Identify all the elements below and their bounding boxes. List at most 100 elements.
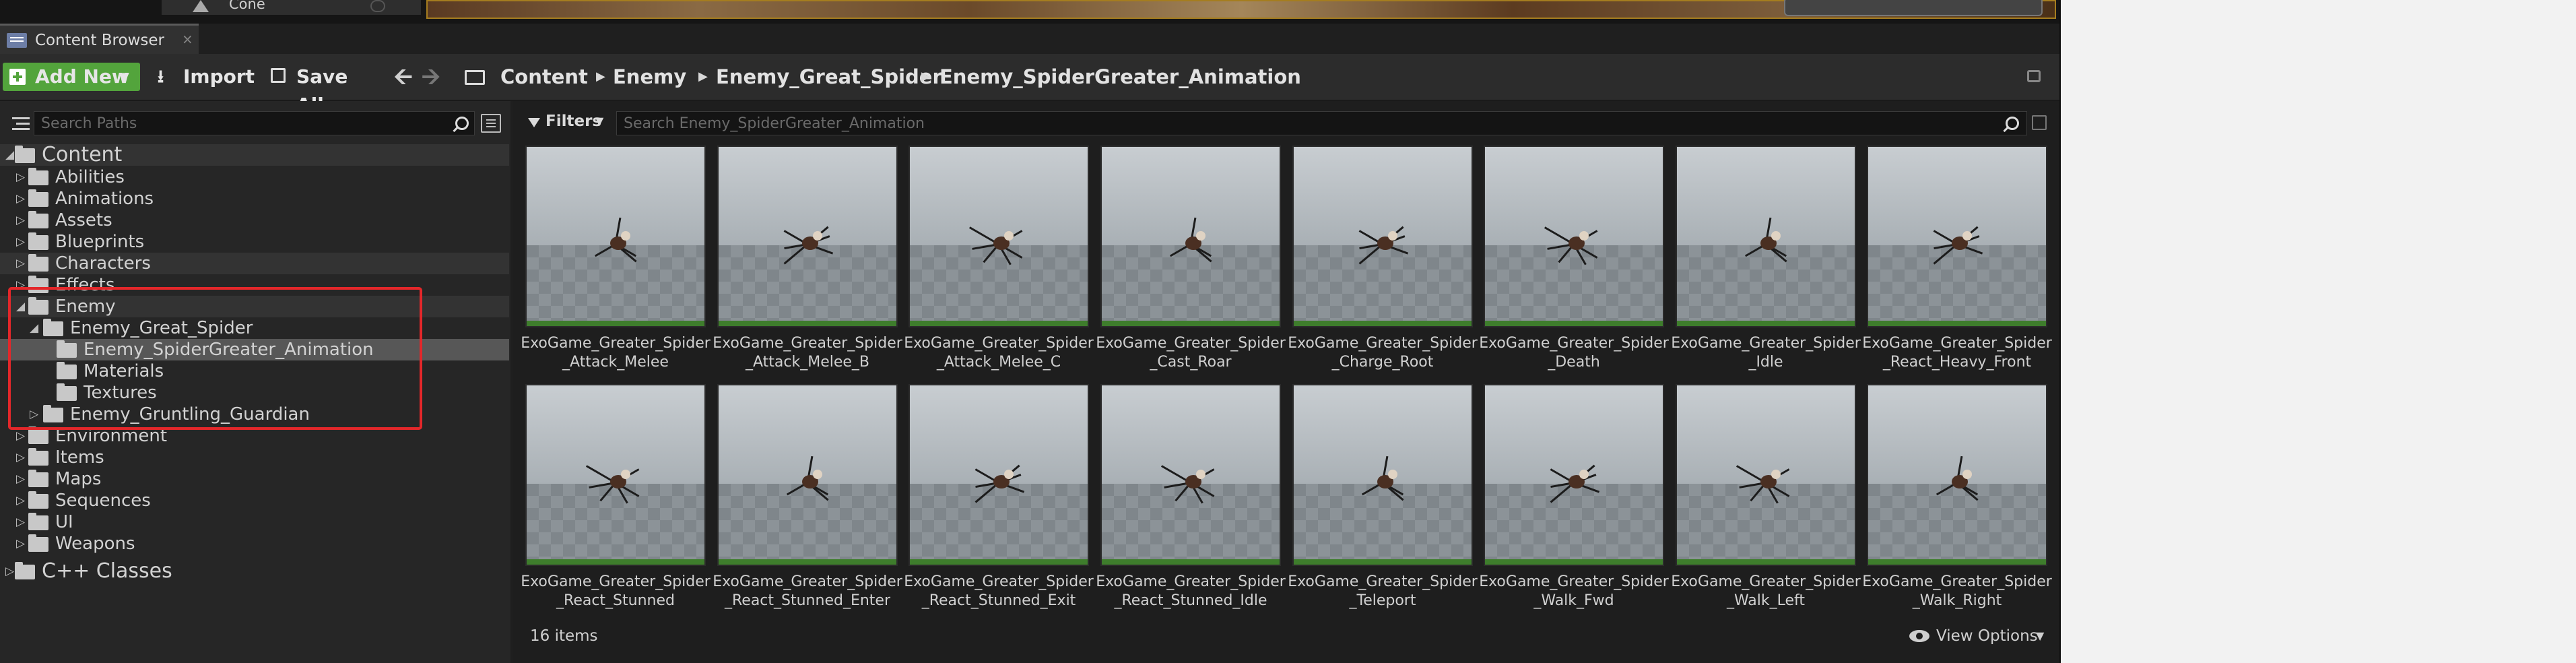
expand-arrow-icon[interactable]: ▷ — [5, 565, 14, 578]
save-all-button[interactable]: Save All — [271, 63, 378, 116]
tree-item[interactable]: ▷ Blueprints — [0, 231, 509, 253]
paths-options-icon[interactable] — [481, 114, 501, 133]
asset-label[interactable]: ExoGame_Greater_Spider _React_Stunned — [518, 573, 713, 610]
viewport-strip[interactable] — [426, 0, 2056, 19]
asset-label[interactable]: ExoGame_Greater_Spider _Attack_Melee — [518, 334, 713, 372]
expand-arrow-icon[interactable]: ▷ — [16, 429, 25, 443]
spider-thumbnail-icon — [1160, 465, 1215, 504]
breadcrumb-separator-icon[interactable]: ▶ — [921, 63, 931, 91]
expand-arrow-icon[interactable]: ▷ — [16, 214, 25, 227]
asset-thumbnail[interactable] — [1484, 146, 1664, 327]
close-icon[interactable]: × — [182, 31, 193, 47]
asset-label[interactable]: ExoGame_Greater_Spider _Attack_Melee_C — [901, 334, 1096, 372]
tree-item[interactable]: ▷ C++ Classes — [0, 559, 509, 583]
tree-item[interactable]: ▷ Sequences — [0, 490, 509, 511]
spider-thumbnail-icon — [1744, 217, 1787, 263]
tab-content-browser[interactable]: Content Browser × — [0, 24, 199, 54]
asset-label[interactable]: ExoGame_Greater_Spider _Cast_Roar — [1093, 334, 1288, 372]
asset-thumbnail[interactable] — [909, 146, 1089, 327]
asset-thumbnail[interactable] — [1292, 146, 1473, 327]
asset-thumbnail[interactable] — [1292, 384, 1473, 566]
asset-thumbnail[interactable] — [525, 146, 706, 327]
add-new-button[interactable]: Add New ▼ — [3, 63, 140, 91]
asset-thumbnail[interactable] — [1100, 146, 1281, 327]
expand-arrow-icon[interactable]: ▷ — [16, 494, 25, 507]
asset-label[interactable]: ExoGame_Greater_Spider _Walk_Left — [1668, 573, 1863, 610]
expand-arrow-icon[interactable]: ▷ — [16, 235, 25, 249]
asset-thumbnail[interactable] — [1100, 384, 1281, 566]
tree-item[interactable]: ▷ Characters — [0, 253, 509, 274]
asset-thumbnail[interactable] — [717, 146, 898, 327]
back-arrow-icon[interactable]: 🡨 — [394, 63, 414, 91]
asset-label[interactable]: ExoGame_Greater_Spider _React_Stunned_Ent… — [710, 573, 905, 610]
breadcrumb-item[interactable]: Enemy_SpiderGreater_Animation — [939, 63, 1301, 91]
breadcrumb-item[interactable]: Enemy — [613, 63, 686, 91]
asset-label[interactable]: ExoGame_Greater_Spider _Death — [1476, 334, 1672, 372]
add-new-label: Add New — [35, 65, 129, 88]
asset-label[interactable]: ExoGame_Greater_Spider _Walk_Right — [1859, 573, 2055, 610]
asset-thumbnail[interactable] — [1676, 384, 1856, 566]
asset-label-line: ExoGame_Greater_Spider — [713, 573, 902, 590]
tree-item[interactable]: ▷ Weapons — [0, 533, 509, 555]
expand-arrow-icon[interactable]: ▷ — [16, 170, 25, 184]
expand-arrow-icon[interactable]: ▷ — [16, 537, 25, 550]
view-options-label: View Options — [1936, 627, 2038, 645]
expand-arrow-icon[interactable]: ▷ — [16, 472, 25, 486]
asset-thumbnail[interactable] — [1676, 146, 1856, 327]
asset-label[interactable]: ExoGame_Greater_Spider _Idle — [1668, 334, 1863, 372]
asset-label[interactable]: ExoGame_Greater_Spider _React_Stunned_Idl… — [1093, 573, 1288, 610]
chevron-down-icon: ▼ — [2036, 629, 2045, 642]
expand-arrow-icon[interactable]: ▷ — [16, 192, 25, 206]
asset-label-line: _Walk_Fwd — [1533, 592, 1614, 609]
asset-label[interactable]: ExoGame_Greater_Spider _React_Stunned_Exi… — [901, 573, 1096, 610]
breadcrumb-separator-icon[interactable]: ▶ — [698, 63, 708, 91]
visibility-icon[interactable] — [370, 0, 385, 12]
asset-thumbnail[interactable] — [525, 384, 706, 566]
asset-label-line: _Attack_Melee — [562, 354, 669, 371]
lock-icon[interactable] — [2027, 70, 2041, 82]
tree-item[interactable]: ▷ Abilities — [0, 166, 509, 188]
import-button[interactable]: ⭳ Import — [158, 63, 255, 91]
tree-item[interactable]: ▷ Maps — [0, 468, 509, 490]
search-icon[interactable] — [455, 117, 469, 130]
tree-item-label: Content — [42, 143, 123, 166]
asset-label[interactable]: ExoGame_Greater_Spider _Teleport — [1285, 573, 1480, 610]
expand-arrow-icon[interactable]: ▷ — [16, 451, 25, 464]
tree-item[interactable]: ▷ UI — [0, 511, 509, 533]
filter-icon — [528, 118, 540, 127]
asset-thumbnail[interactable] — [1484, 384, 1664, 566]
tree-item[interactable]: ◢ Content — [0, 143, 509, 166]
tree-item[interactable]: ▷ Assets — [0, 210, 509, 231]
asset-label[interactable]: ExoGame_Greater_Spider _Charge_Root — [1285, 334, 1480, 372]
asset-label[interactable]: ExoGame_Greater_Spider _Walk_Fwd — [1476, 573, 1672, 610]
search-assets-field[interactable] — [616, 111, 2027, 135]
asset-thumbnail[interactable] — [1867, 146, 2047, 327]
asset-label[interactable]: ExoGame_Greater_Spider _Attack_Melee_B — [710, 334, 905, 372]
spider-thumbnail-icon — [585, 465, 640, 504]
tree-item[interactable]: ▷ Animations — [0, 188, 509, 210]
forward-arrow-icon[interactable]: 🡪 — [422, 63, 442, 91]
sources-toggle-icon[interactable] — [5, 115, 30, 135]
breadcrumb-item[interactable]: Enemy_Great_Spider — [716, 63, 942, 91]
collapse-arrow-icon[interactable]: ◢ — [5, 148, 14, 162]
expand-arrow-icon[interactable]: ▷ — [16, 257, 25, 270]
search-icon[interactable] — [2006, 117, 2019, 130]
breadcrumb-separator-icon[interactable]: ▶ — [596, 63, 605, 91]
asset-thumbnail[interactable] — [717, 384, 898, 566]
save-search-icon[interactable] — [2032, 115, 2047, 130]
outliner-row[interactable]: Cone — [162, 0, 421, 15]
breadcrumb-item[interactable]: Content — [500, 63, 588, 91]
expand-arrow-icon[interactable]: ▷ — [16, 515, 25, 529]
asset-thumbnail[interactable] — [1867, 384, 2047, 566]
search-assets-input[interactable] — [622, 113, 1972, 133]
empty-area — [2061, 0, 2576, 663]
asset-label[interactable]: ExoGame_Greater_Spider _React_Heavy_Front — [1859, 334, 2055, 372]
asset-label-line: ExoGame_Greater_Spider — [1479, 573, 1669, 590]
search-paths-input[interactable] — [40, 113, 447, 133]
tree-item[interactable]: ▷ Items — [0, 447, 509, 468]
spider-thumbnail-icon — [975, 464, 1025, 503]
asset-thumbnail[interactable] — [909, 384, 1089, 566]
viewport-button[interactable] — [1784, 0, 2043, 16]
filters-button[interactable]: Filters ▼ — [527, 111, 611, 135]
search-paths-field[interactable] — [34, 111, 475, 135]
